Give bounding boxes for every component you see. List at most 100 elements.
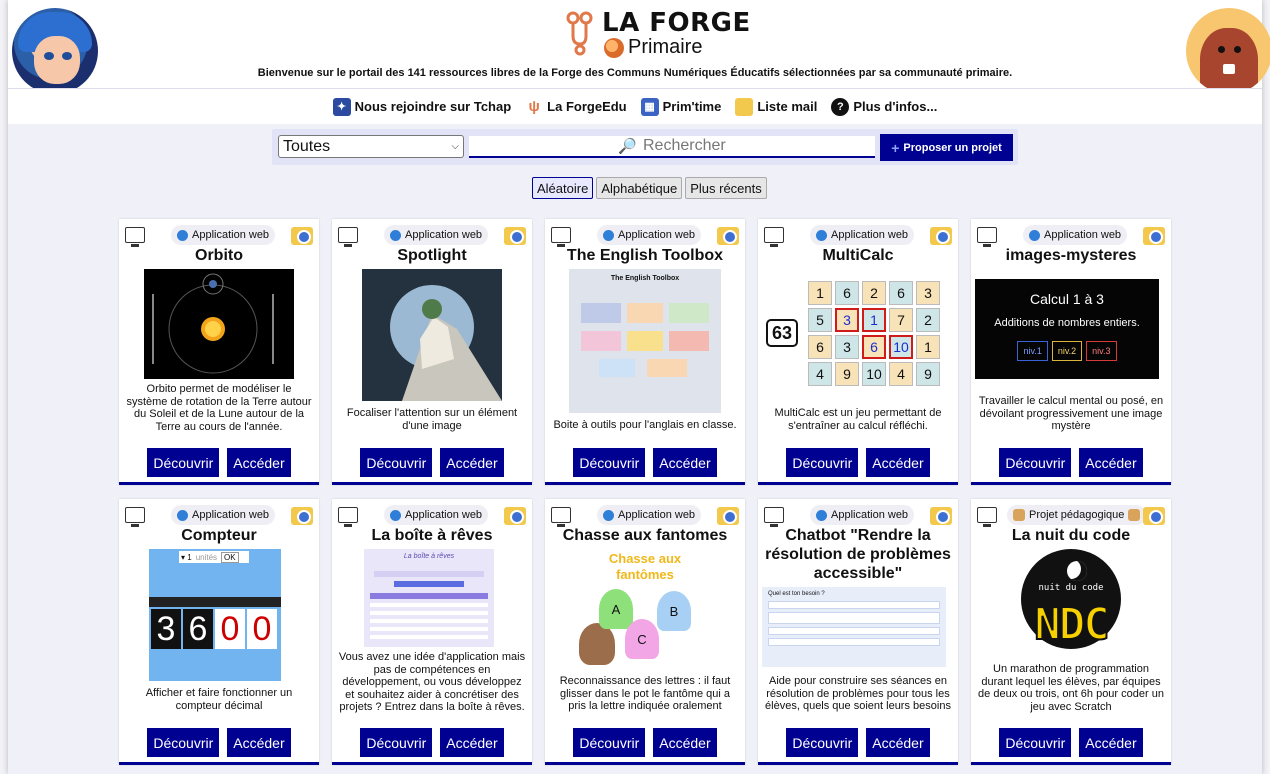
details-icon[interactable] bbox=[291, 227, 313, 245]
globe-icon bbox=[603, 229, 614, 241]
ghost-b[interactable]: B bbox=[657, 591, 691, 631]
number-cell[interactable]: 9 bbox=[835, 362, 859, 386]
number-cell[interactable]: 10 bbox=[862, 362, 886, 386]
card-thumbnail bbox=[362, 269, 502, 401]
access-button[interactable]: Accéder bbox=[440, 728, 504, 757]
nav-forgeedu[interactable]: ψ La ForgeEdu bbox=[525, 98, 627, 116]
number-cell[interactable]: 3 bbox=[916, 281, 940, 305]
chevron-down-icon: ⌵ bbox=[451, 141, 459, 152]
card-description: Focaliser l'attention sur un élément d'u… bbox=[346, 407, 518, 432]
details-icon[interactable] bbox=[930, 227, 952, 245]
number-cell[interactable]: 2 bbox=[916, 308, 940, 332]
card-title: Chasse aux fantomes bbox=[562, 527, 728, 544]
number-cell[interactable]: 3 bbox=[835, 335, 859, 359]
number-cell[interactable]: 7 bbox=[889, 308, 913, 332]
number-cell[interactable]: 1 bbox=[808, 281, 832, 305]
details-icon[interactable] bbox=[1143, 227, 1165, 245]
card-description: Reconnaissance des lettres : il faut gli… bbox=[559, 675, 731, 712]
access-button[interactable]: Accéder bbox=[227, 728, 291, 757]
details-icon[interactable] bbox=[717, 507, 739, 525]
code-screen-icon bbox=[125, 507, 145, 527]
card-title: La nuit du code bbox=[1011, 527, 1131, 544]
details-icon[interactable] bbox=[291, 507, 313, 525]
card-title: Compteur bbox=[181, 527, 257, 544]
number-cell[interactable]: 1 bbox=[862, 308, 886, 332]
card-description: Boite à outils pour l'anglais en classe. bbox=[553, 419, 737, 431]
category-select[interactable]: Toutes ⌵ bbox=[278, 135, 464, 158]
card-thumbnail: 63 1 6 2 6 3 5 3 1 7 2 6 3 6 10 1 4 9 10 4 9 bbox=[766, 279, 950, 389]
card-description: Orbito permet de modéliser le système de… bbox=[126, 383, 312, 433]
nav-info[interactable]: ? Plus d'infos... bbox=[831, 97, 937, 116]
nav-tchap[interactable]: ✦ Nous rejoindre sur Tchap bbox=[332, 97, 511, 116]
level-2-button[interactable]: niv.2 bbox=[1051, 341, 1083, 361]
number-cell[interactable]: 10 bbox=[889, 335, 913, 359]
details-icon[interactable] bbox=[717, 227, 739, 245]
card-description: MultiCalc est un jeu permettant de s'ent… bbox=[774, 407, 942, 432]
level-3-button[interactable]: niv.3 bbox=[1086, 341, 1117, 361]
details-icon[interactable] bbox=[504, 507, 526, 525]
logo-subtitle: Primaire bbox=[604, 36, 702, 59]
level-1-button[interactable]: niv.1 bbox=[1017, 341, 1048, 361]
discover-button[interactable]: Découvrir bbox=[786, 728, 859, 757]
number-cell[interactable]: 2 bbox=[862, 281, 886, 305]
sort-recent-button[interactable]: Plus récents bbox=[685, 177, 767, 199]
discover-button[interactable]: Découvrir bbox=[360, 728, 433, 757]
access-button[interactable]: Accéder bbox=[440, 448, 504, 477]
access-button[interactable]: Accéder bbox=[227, 448, 291, 477]
code-screen-icon bbox=[338, 227, 358, 247]
access-button[interactable]: Accéder bbox=[1079, 728, 1143, 757]
number-cell[interactable]: 6 bbox=[889, 281, 913, 305]
access-button[interactable]: Accéder bbox=[866, 448, 930, 477]
number-cell[interactable]: 6 bbox=[835, 281, 859, 305]
discover-button[interactable]: Découvrir bbox=[147, 448, 220, 477]
card-description: Vous avez une idée d'application mais pa… bbox=[338, 651, 526, 713]
number-cell[interactable]: 9 bbox=[916, 362, 940, 386]
discover-button[interactable]: Découvrir bbox=[573, 448, 646, 477]
discover-button[interactable]: Découvrir bbox=[999, 448, 1072, 477]
card-title: Orbito bbox=[195, 247, 243, 264]
details-icon[interactable] bbox=[1143, 507, 1165, 525]
discover-button[interactable]: Découvrir bbox=[573, 728, 646, 757]
site-logo[interactable]: LA FORGE Primaire bbox=[560, 6, 760, 62]
nav-mailing-list[interactable]: Liste mail bbox=[735, 97, 817, 116]
card-thumbnail: ▾ 1 unités OK 3 6 0 0 bbox=[149, 549, 281, 681]
nav-primtime[interactable]: ▦ Prim'time bbox=[640, 97, 721, 116]
search-input[interactable]: 🔎 Rechercher bbox=[469, 136, 875, 158]
resource-card: Application web Spotlight Focaliser l'at… bbox=[332, 219, 532, 485]
code-screen-icon bbox=[977, 227, 997, 247]
discover-button[interactable]: Découvrir bbox=[147, 728, 220, 757]
plus-icon: + bbox=[891, 139, 900, 156]
access-button[interactable]: Accéder bbox=[866, 728, 930, 757]
resource-card: Application web Orbito Orbito permet de … bbox=[119, 219, 319, 485]
card-description: Afficher et faire fonctionner un compteu… bbox=[145, 687, 293, 712]
access-button[interactable]: Accéder bbox=[1079, 448, 1143, 477]
details-icon[interactable] bbox=[930, 507, 952, 525]
code-screen-icon bbox=[338, 507, 358, 527]
number-cell[interactable]: 6 bbox=[808, 335, 832, 359]
globe-icon bbox=[816, 229, 827, 241]
card-description: Travailler le calcul mental ou posé, en … bbox=[978, 395, 1164, 432]
discover-button[interactable]: Découvrir bbox=[786, 448, 859, 477]
code-screen-icon bbox=[125, 227, 145, 247]
ghost-c[interactable]: C bbox=[625, 619, 659, 659]
sort-random-button[interactable]: Aléatoire bbox=[532, 177, 594, 199]
propose-project-button[interactable]: + Proposer un projet bbox=[880, 134, 1013, 161]
welcome-text: Bienvenue sur le portail des 141 ressour… bbox=[257, 67, 1013, 79]
access-button[interactable]: Accéder bbox=[653, 728, 717, 757]
type-badge: Application web bbox=[384, 225, 489, 245]
discover-button[interactable]: Découvrir bbox=[999, 728, 1072, 757]
number-cell[interactable]: 4 bbox=[808, 362, 832, 386]
ghost-a[interactable]: A bbox=[599, 589, 633, 629]
details-icon[interactable] bbox=[504, 227, 526, 245]
type-badge: Application web bbox=[171, 225, 276, 245]
number-cell[interactable]: 4 bbox=[889, 362, 913, 386]
number-cell[interactable]: 6 bbox=[862, 335, 886, 359]
discover-button[interactable]: Découvrir bbox=[360, 448, 433, 477]
number-cell[interactable]: 5 bbox=[808, 308, 832, 332]
card-title: Spotlight bbox=[397, 247, 467, 264]
access-button[interactable]: Accéder bbox=[653, 448, 717, 477]
number-cell[interactable]: 1 bbox=[916, 335, 940, 359]
sort-alpha-button[interactable]: Alphabétique bbox=[596, 177, 683, 199]
number-cell[interactable]: 3 bbox=[835, 308, 859, 332]
teacher-icon bbox=[1128, 509, 1141, 521]
